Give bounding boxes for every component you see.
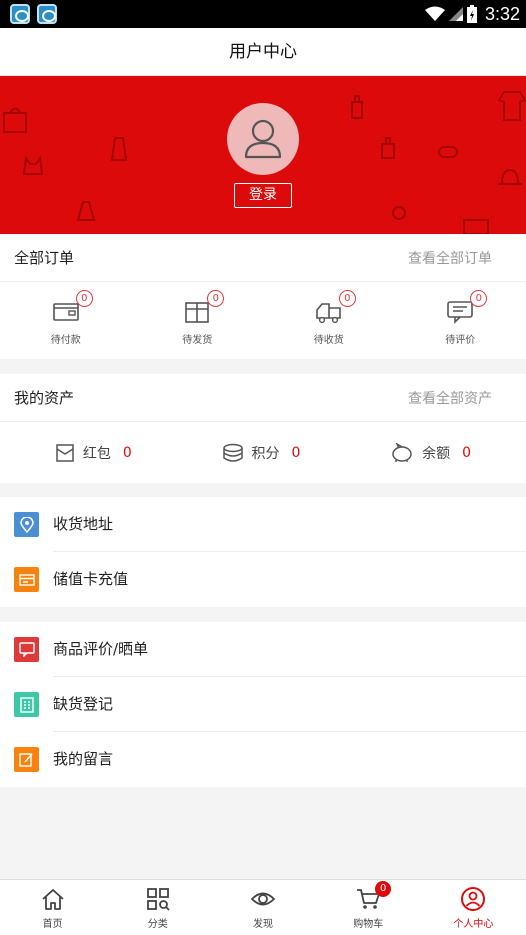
order-count-badge: 0 — [207, 289, 225, 307]
menu-label: 商品评价/晒单 — [53, 622, 526, 677]
asset-label: 积分 — [251, 445, 280, 462]
clock: 3:32 — [484, 3, 520, 24]
view-all-orders-link[interactable]: 查看全部订单 — [408, 248, 512, 268]
assets-section: 我的资产 查看全部资产 红包 0 积分 0 余额 0 — [0, 374, 526, 483]
category-icon — [146, 887, 170, 911]
gift-icon — [463, 219, 489, 234]
battery-icon — [466, 5, 477, 23]
menu-label: 收货地址 — [53, 497, 526, 552]
menu-item-card-recharge[interactable]: 储值卡充值 — [0, 552, 526, 607]
wifi-icon — [424, 6, 445, 21]
assets-row: 红包 0 积分 0 余额 0 — [0, 422, 526, 483]
tab-label: 发现 — [253, 918, 273, 930]
card-icon — [14, 567, 39, 592]
order-pending-receipt[interactable]: 0 待收货 — [263, 282, 395, 359]
menu-group-address: 收货地址 储值卡充值 — [0, 497, 526, 607]
tab-label: 个人中心 — [453, 918, 494, 930]
menu-item-product-reviews[interactable]: 商品评价/晒单 — [0, 622, 526, 677]
menu-label: 缺货登记 — [53, 677, 526, 732]
assets-title: 我的资产 — [14, 389, 75, 407]
location-icon — [14, 512, 39, 537]
avatar[interactable] — [227, 103, 299, 175]
order-label: 待付款 — [50, 334, 81, 346]
gamepad-icon — [438, 146, 458, 158]
order-label: 待评价 — [445, 334, 476, 346]
message-icon — [14, 747, 39, 772]
profile-banner: 登录 — [0, 76, 526, 234]
orders-title: 全部订单 — [14, 249, 75, 267]
hat-icon — [498, 168, 522, 185]
signal-icon — [448, 7, 463, 21]
asset-label: 红包 — [82, 445, 111, 462]
flower-icon — [392, 206, 406, 220]
order-pending-review[interactable]: 0 待评价 — [395, 282, 526, 359]
coins-icon — [222, 443, 243, 462]
bottom-tab-bar: 首页 分类 发现 0 购物车 个人中心 — [0, 879, 526, 935]
asset-value: 0 — [291, 444, 301, 461]
user-icon — [461, 886, 486, 911]
status-bar: 3:32 — [0, 0, 526, 28]
order-label: 待收货 — [313, 334, 344, 346]
assets-header: 我的资产 查看全部资产 — [0, 374, 526, 422]
asset-value: 0 — [122, 444, 132, 461]
tab-home[interactable]: 首页 — [0, 880, 105, 935]
tab-label: 首页 — [42, 918, 63, 930]
menu-item-shipping-address[interactable]: 收货地址 — [0, 497, 526, 552]
order-pending-shipment[interactable]: 0 待发货 — [132, 282, 264, 359]
bottle-icon — [351, 95, 363, 119]
menu-item-out-of-stock[interactable]: 缺货登记 — [0, 677, 526, 732]
asset-label: 余额 — [422, 445, 451, 462]
shirt-icon — [498, 91, 526, 121]
asset-balance[interactable]: 余额 0 — [390, 442, 472, 463]
menu-group-misc: 商品评价/晒单 缺货登记 我的留言 — [0, 622, 526, 787]
review-icon — [14, 637, 39, 662]
asset-points[interactable]: 积分 0 — [222, 443, 301, 463]
shopping-bag-icon — [3, 107, 27, 133]
tab-label: 分类 — [147, 918, 168, 930]
order-pending-payment[interactable]: 0 待付款 — [0, 282, 132, 359]
tab-cart[interactable]: 0 购物车 — [316, 880, 421, 935]
dress-icon — [76, 201, 96, 221]
order-count-badge: 0 — [470, 289, 488, 307]
red-packet-icon — [56, 443, 74, 462]
asset-red-packet[interactable]: 红包 0 — [55, 443, 132, 463]
menu-label: 我的留言 — [53, 750, 114, 768]
register-icon — [14, 692, 39, 717]
order-label: 待发货 — [182, 334, 213, 346]
page-title: 用户中心 — [0, 28, 526, 76]
tab-category[interactable]: 分类 — [105, 880, 210, 935]
app-notification-icon — [37, 4, 57, 24]
tab-discover[interactable]: 发现 — [210, 880, 315, 935]
menu-item-my-messages[interactable]: 我的留言 — [0, 732, 526, 787]
order-count-badge: 0 — [75, 289, 93, 307]
order-count-badge: 0 — [338, 289, 356, 307]
orders-header: 全部订单 查看全部订单 — [0, 234, 526, 282]
orders-section: 全部订单 查看全部订单 0 待付款 0 待发货 0 待收货 0 待评价 — [0, 234, 526, 359]
view-all-assets-link[interactable]: 查看全部资产 — [408, 388, 512, 408]
tab-user-center[interactable]: 个人中心 — [421, 880, 526, 935]
order-status-row: 0 待付款 0 待发货 0 待收货 0 待评价 — [0, 282, 526, 359]
app-notification-icon — [10, 4, 30, 24]
clothing-icon — [110, 137, 128, 161]
home-icon — [41, 888, 64, 910]
cart-count-badge: 0 — [375, 880, 392, 897]
piggy-bank-icon — [392, 442, 412, 462]
tab-label: 购物车 — [353, 918, 384, 930]
login-button[interactable]: 登录 — [234, 183, 292, 208]
perfume-icon — [381, 137, 395, 159]
tank-top-icon — [22, 156, 44, 175]
eye-icon — [250, 892, 276, 905]
user-silhouette-icon — [244, 119, 282, 159]
menu-label: 储值卡充值 — [53, 570, 129, 588]
asset-value: 0 — [462, 444, 472, 461]
